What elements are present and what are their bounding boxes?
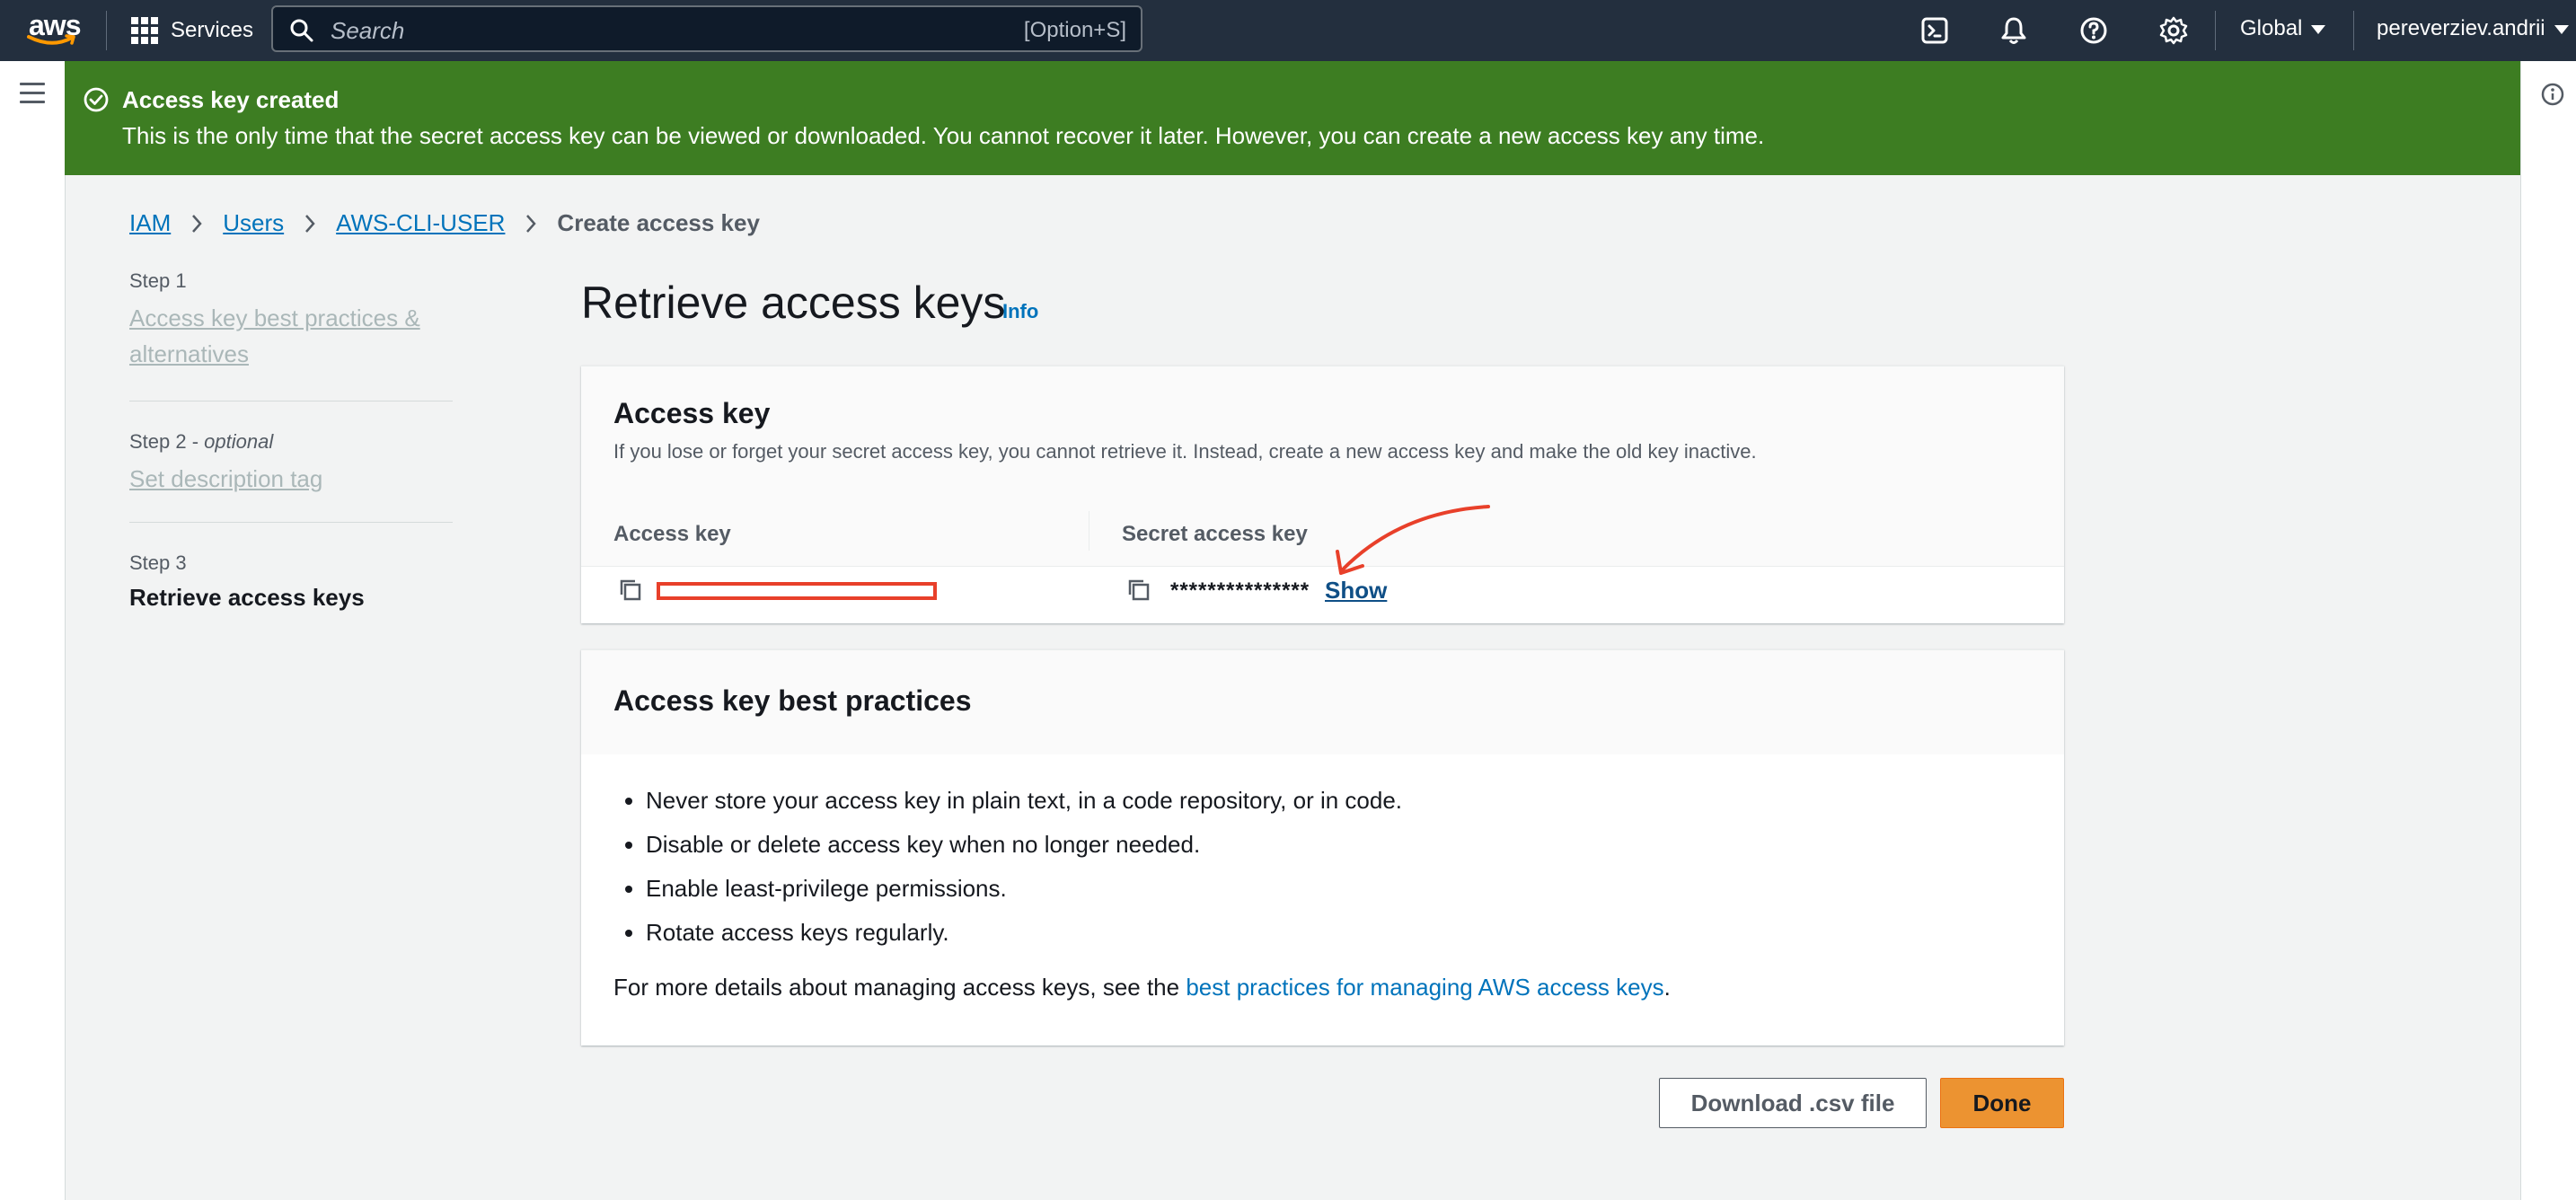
table-header: Access key Secret access key [581, 497, 2064, 567]
tools-panel-rail [2520, 61, 2576, 1200]
more-text: For more details about managing access k… [613, 974, 1187, 1001]
notifications-button[interactable] [1996, 13, 2032, 49]
region-label: Global [2240, 16, 2303, 40]
account-menu[interactable]: pereverziev.andrii [2377, 16, 2569, 41]
page-title: Retrieve access keys [581, 278, 1006, 328]
nav-divider [106, 11, 107, 50]
wizard-step-3: Step 3 Retrieve access keys [129, 523, 453, 612]
search-bar[interactable]: [Option+S] [271, 5, 1142, 52]
step-link-description-tag[interactable]: Set description tag [129, 461, 453, 497]
panel-title: Access key [613, 397, 771, 429]
info-icon[interactable] [2541, 83, 2564, 106]
chevron-right-icon [190, 214, 203, 234]
aws-logo[interactable]: aws [27, 7, 81, 52]
breadcrumb-aws-cli-user[interactable]: AWS-CLI-USER [336, 209, 505, 237]
panel-header: Access key best practices [581, 650, 2064, 754]
help-button[interactable] [2076, 13, 2112, 49]
success-check-icon [84, 87, 109, 112]
help-icon [2080, 17, 2107, 44]
aws-smile-icon [27, 34, 75, 45]
best-practices-list: Never store your access key in plain tex… [613, 787, 1402, 963]
breadcrumb: IAM Users AWS-CLI-USER Create access key [129, 209, 760, 237]
step-label: Step 2 - optional [129, 430, 274, 453]
search-shortcut-hint: [Option+S] [1023, 18, 1126, 42]
step-label: Step 1 [129, 269, 187, 292]
nav-divider [2215, 11, 2216, 50]
cloudshell-button[interactable] [1917, 13, 1953, 49]
grid-icon [131, 17, 158, 44]
step-current: Retrieve access keys [129, 584, 365, 611]
breadcrumb-iam[interactable]: IAM [129, 209, 171, 237]
breadcrumb-users[interactable]: Users [223, 209, 284, 237]
download-csv-button[interactable]: Download .csv file [1659, 1078, 1927, 1128]
copy-icon[interactable] [1127, 578, 1151, 602]
column-header-access-key: Access key [613, 522, 731, 546]
list-item: Disable or delete access key when no lon… [646, 831, 1402, 875]
menu-icon[interactable] [20, 83, 45, 104]
panel-header: Access key If you lose or forget your se… [581, 366, 2064, 498]
column-divider [1089, 511, 1090, 551]
done-button[interactable]: Done [1940, 1078, 2064, 1128]
breadcrumb-current: Create access key [557, 209, 760, 236]
settings-button[interactable] [2156, 13, 2192, 49]
more-suffix: . [1663, 974, 1671, 1001]
annotation-arrow [1336, 505, 1490, 575]
wizard-steps: Step 1 Access key best practices & alter… [129, 269, 453, 612]
side-navigation-rail [0, 61, 66, 1200]
services-label: Services [171, 18, 254, 42]
account-name: pereverziev.andrii [2377, 16, 2545, 40]
wizard-step-2: Step 2 - optional Set description tag [129, 401, 453, 522]
chevron-right-icon [525, 214, 537, 234]
nav-divider [2353, 11, 2354, 50]
caret-down-icon [2554, 24, 2569, 34]
services-menu-button[interactable]: Services [131, 14, 253, 47]
cloudshell-icon [1921, 17, 1948, 44]
access-key-panel: Access key If you lose or forget your se… [581, 366, 2064, 623]
best-practices-link[interactable]: best practices for managing AWS access k… [1186, 974, 1663, 1001]
success-flash-banner: Access key created This is the only time… [65, 61, 2520, 175]
best-practices-more: For more details about managing access k… [613, 974, 1671, 1001]
info-link[interactable]: Info [1002, 300, 1038, 323]
flash-title: Access key created [122, 86, 340, 113]
caret-down-icon [2311, 24, 2326, 34]
settings-icon [2159, 16, 2188, 45]
wizard-step-1: Step 1 Access key best practices & alter… [129, 269, 453, 401]
chevron-right-icon [304, 214, 316, 234]
column-header-secret-key: Secret access key [1122, 522, 1308, 546]
search-icon [290, 19, 313, 42]
copy-icon[interactable] [619, 578, 642, 602]
panel-title: Access key best practices [613, 684, 972, 717]
list-item: Rotate access keys regularly. [646, 919, 1402, 963]
flash-message: This is the only time that the secret ac… [122, 122, 1765, 149]
panel-description: If you lose or forget your secret access… [613, 440, 1757, 463]
list-item: Enable least-privilege permissions. [646, 875, 1402, 919]
step-label: Step 3 [129, 551, 187, 574]
top-navigation: aws Services [Option+S] [0, 0, 2576, 61]
list-item: Never store your access key in plain tex… [646, 787, 1402, 831]
best-practices-panel: Access key best practices Never store yo… [581, 649, 2064, 1046]
bell-icon [2001, 17, 2026, 44]
redacted-access-key-value [657, 582, 937, 600]
search-input[interactable] [329, 14, 961, 47]
secret-key-masked: *************** [1170, 578, 1310, 603]
region-selector[interactable]: Global [2240, 16, 2326, 41]
step-link-best-practices[interactable]: Access key best practices & alternatives [129, 300, 453, 372]
